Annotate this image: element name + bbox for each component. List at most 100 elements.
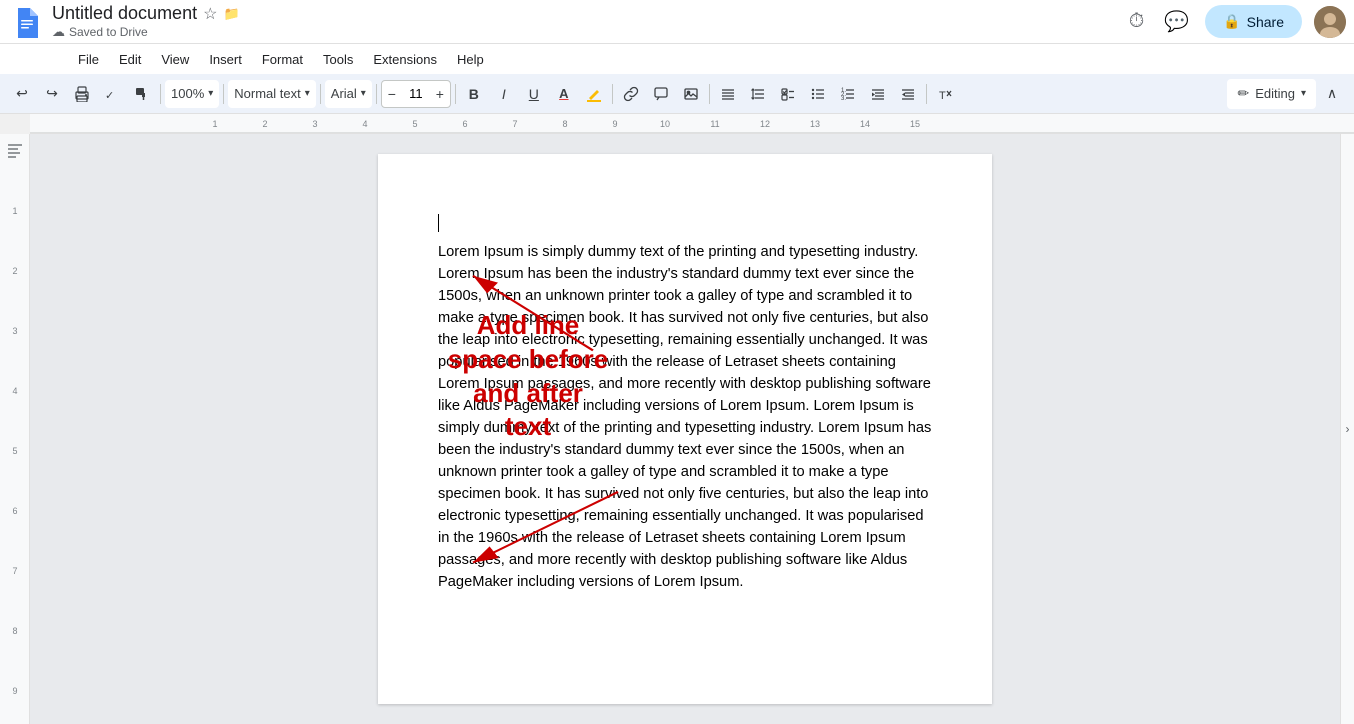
svg-text:9: 9	[612, 119, 617, 129]
svg-text:7: 7	[12, 566, 17, 576]
checklist-button[interactable]	[774, 80, 802, 108]
canvas-area[interactable]: Lorem Ipsum is simply dummy text of the …	[30, 134, 1340, 724]
font-label: Arial	[331, 86, 357, 101]
paint-format-button[interactable]	[128, 80, 156, 108]
redo-button[interactable]: ↪	[38, 80, 66, 108]
svg-text:14: 14	[860, 119, 870, 129]
comment-icon[interactable]: 💬	[1164, 9, 1189, 34]
zoom-arrow-icon: ▾	[208, 88, 213, 99]
divider-3	[320, 84, 321, 104]
chevron-right-icon: ›	[1346, 422, 1350, 436]
text-cursor	[438, 214, 439, 232]
highlight-button[interactable]	[580, 80, 608, 108]
document-body-text[interactable]: Lorem Ipsum is simply dummy text of the …	[438, 241, 932, 593]
svg-text:5: 5	[412, 119, 417, 129]
line-spacing-button[interactable]	[744, 80, 772, 108]
increase-indent-button[interactable]	[864, 80, 892, 108]
menu-item-view[interactable]: View	[153, 48, 197, 71]
user-avatar[interactable]	[1314, 6, 1346, 38]
editing-button[interactable]: ✏ Editing ▾	[1227, 79, 1316, 109]
star-icon[interactable]: ☆	[203, 4, 217, 24]
collapse-icon: ∧	[1327, 85, 1337, 102]
menu-item-format[interactable]: Format	[254, 48, 311, 71]
menu-item-insert[interactable]: Insert	[201, 48, 250, 71]
spellcheck-button[interactable]: ✓	[98, 80, 126, 108]
menu-item-help[interactable]: Help	[449, 48, 492, 71]
svg-text:T: T	[939, 90, 946, 102]
insert-image-button[interactable]	[677, 80, 705, 108]
svg-text:9: 9	[12, 686, 17, 696]
svg-text:6: 6	[462, 119, 467, 129]
underline-button[interactable]: U	[520, 80, 548, 108]
svg-text:✓: ✓	[105, 90, 114, 102]
left-ruler: 1 2 3 4 5 6 7 8 9	[0, 134, 30, 724]
document-title[interactable]: Untitled document	[52, 3, 197, 24]
divider-5	[455, 84, 456, 104]
svg-text:13: 13	[810, 119, 820, 129]
align-button[interactable]	[714, 80, 742, 108]
numbered-list-button[interactable]: 1.2.3.	[834, 80, 862, 108]
svg-text:6: 6	[12, 506, 17, 516]
svg-text:11: 11	[710, 119, 719, 129]
zoom-value: 100%	[171, 86, 204, 101]
font-size-minus-button[interactable]: −	[382, 81, 402, 107]
cloud-icon: ☁	[52, 24, 65, 40]
divider-8	[926, 84, 927, 104]
bullet-list-button[interactable]	[804, 80, 832, 108]
editing-pencil-icon: ✏	[1237, 85, 1249, 102]
divider-6	[612, 84, 613, 104]
print-button[interactable]	[68, 80, 96, 108]
decrease-indent-button[interactable]	[894, 80, 922, 108]
bold-button[interactable]: B	[460, 80, 488, 108]
share-button[interactable]: 🔒 Share	[1205, 5, 1302, 38]
svg-text:12: 12	[760, 119, 770, 129]
font-size-plus-button[interactable]: +	[430, 81, 450, 107]
svg-text:1: 1	[12, 206, 17, 216]
zoom-dropdown[interactable]: 100% ▾	[165, 80, 219, 108]
svg-text:10: 10	[660, 119, 670, 129]
italic-button[interactable]: I	[490, 80, 518, 108]
svg-text:2: 2	[262, 119, 267, 129]
outline-icon[interactable]	[6, 142, 24, 163]
svg-text:4: 4	[12, 386, 17, 396]
svg-text:4: 4	[362, 119, 367, 129]
editing-arrow-icon: ▾	[1301, 88, 1306, 99]
svg-text:3: 3	[12, 326, 17, 336]
right-handle[interactable]: ›	[1340, 134, 1354, 724]
svg-text:7: 7	[512, 119, 517, 129]
undo-button[interactable]: ↩	[8, 80, 36, 108]
folder-icon[interactable]: 📁	[223, 6, 239, 22]
svg-text:3: 3	[312, 119, 317, 129]
cursor-container	[438, 214, 932, 241]
vertical-ruler-svg: 1 2 3 4 5 6 7 8 9	[0, 164, 30, 724]
insert-comment-button[interactable]	[647, 80, 675, 108]
docs-logo-icon[interactable]	[8, 4, 44, 40]
style-dropdown[interactable]: Normal text ▾	[228, 80, 316, 108]
svg-text:3.: 3.	[841, 96, 846, 102]
share-label: Share	[1247, 14, 1284, 30]
link-button[interactable]	[617, 80, 645, 108]
menu-item-tools[interactable]: Tools	[315, 48, 361, 71]
font-size-box: − 11 +	[381, 80, 451, 108]
collapse-toolbar-button[interactable]: ∧	[1318, 80, 1346, 108]
style-label: Normal text	[234, 86, 300, 101]
font-dropdown[interactable]: Arial ▾	[325, 80, 372, 108]
title-bar: Untitled document ☆ 📁 ☁ Saved to Drive ⏱…	[0, 0, 1354, 44]
menu-item-edit[interactable]: Edit	[111, 48, 149, 71]
saved-text: Saved to Drive	[69, 25, 148, 39]
menu-item-extensions[interactable]: Extensions	[365, 48, 445, 71]
menu-item-file[interactable]: File	[70, 48, 107, 71]
font-size-input[interactable]: 11	[402, 86, 430, 101]
main-area: 1 2 3 4 5 6 7 8 9 Lorem Ipsum is simply …	[0, 134, 1354, 724]
svg-text:2: 2	[12, 266, 17, 276]
document-page[interactable]: Lorem Ipsum is simply dummy text of the …	[378, 154, 992, 704]
title-right: ⏱ 💬 🔒 Share	[1125, 5, 1346, 38]
svg-text:1: 1	[212, 119, 217, 129]
clear-format-button[interactable]: T	[931, 80, 959, 108]
menu-bar: FileEditViewInsertFormatToolsExtensionsH…	[0, 44, 1354, 74]
ruler-inner: 1 2 3 4 5 6 7 8 9 10 11 12 13 14 15	[30, 114, 1354, 133]
saved-status: ☁ Saved to Drive	[52, 24, 1125, 40]
history-icon[interactable]: ⏱	[1129, 10, 1145, 33]
font-color-button[interactable]: A	[550, 80, 578, 108]
title-area: Untitled document ☆ 📁 ☁ Saved to Drive	[52, 3, 1125, 40]
